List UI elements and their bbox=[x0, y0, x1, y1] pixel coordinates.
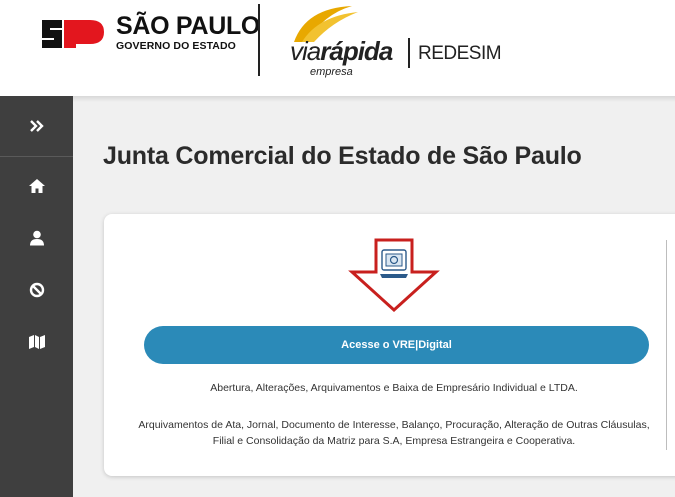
via-rapida-logo: viarápida bbox=[290, 36, 393, 66]
sidebar-item-user[interactable] bbox=[0, 218, 73, 258]
description-line-1: Abertura, Alterações, Arquivamentos e Ba… bbox=[210, 382, 578, 394]
main-content: Junta Comercial do Estado de São Paulo A… bbox=[73, 96, 675, 497]
header-bar: SÃO PAULO GOVERNO DO ESTADO viarápida em… bbox=[0, 0, 675, 96]
via-rapida-bold: rápida bbox=[320, 36, 393, 66]
map-icon bbox=[28, 335, 45, 349]
sp-logo-icon bbox=[42, 20, 104, 48]
header-divider bbox=[258, 4, 260, 76]
via-rapida-prefix: via bbox=[290, 36, 321, 66]
sp-logo-text: SÃO PAULO GOVERNO DO ESTADO bbox=[116, 14, 260, 52]
vre-digital-button[interactable]: Acesse o VRE|Digital bbox=[144, 326, 649, 364]
header-shadow bbox=[73, 96, 675, 102]
sidebar-item-map[interactable] bbox=[0, 322, 73, 362]
home-icon bbox=[28, 179, 45, 193]
down-arrow-icon bbox=[348, 238, 440, 312]
description-line-2: Arquivamentos de Ata, Jornal, Documento … bbox=[138, 419, 650, 447]
via-rapida-empresa: empresa bbox=[310, 66, 353, 78]
redesim-divider bbox=[408, 38, 410, 68]
sidebar-item-ban[interactable] bbox=[0, 270, 73, 310]
sidebar-separator bbox=[0, 156, 73, 157]
user-icon bbox=[29, 230, 44, 246]
sp-title: SÃO PAULO bbox=[116, 12, 261, 40]
vre-digital-button-label: Acesse o VRE|Digital bbox=[341, 339, 452, 351]
redesim-label: REDESIM bbox=[418, 43, 502, 64]
ban-icon bbox=[29, 282, 44, 298]
sidebar-toggle-button[interactable] bbox=[0, 106, 73, 146]
double-chevron-right-icon bbox=[29, 120, 44, 132]
card-divider bbox=[666, 240, 667, 450]
page-title: Junta Comercial do Estado de São Paulo bbox=[103, 142, 582, 170]
vre-card: Acesse o VRE|Digital Abertura, Alteraçõe… bbox=[104, 214, 675, 476]
sidebar bbox=[0, 96, 73, 497]
sp-subtitle: GOVERNO DO ESTADO bbox=[116, 40, 236, 52]
sidebar-item-home[interactable] bbox=[0, 166, 73, 206]
